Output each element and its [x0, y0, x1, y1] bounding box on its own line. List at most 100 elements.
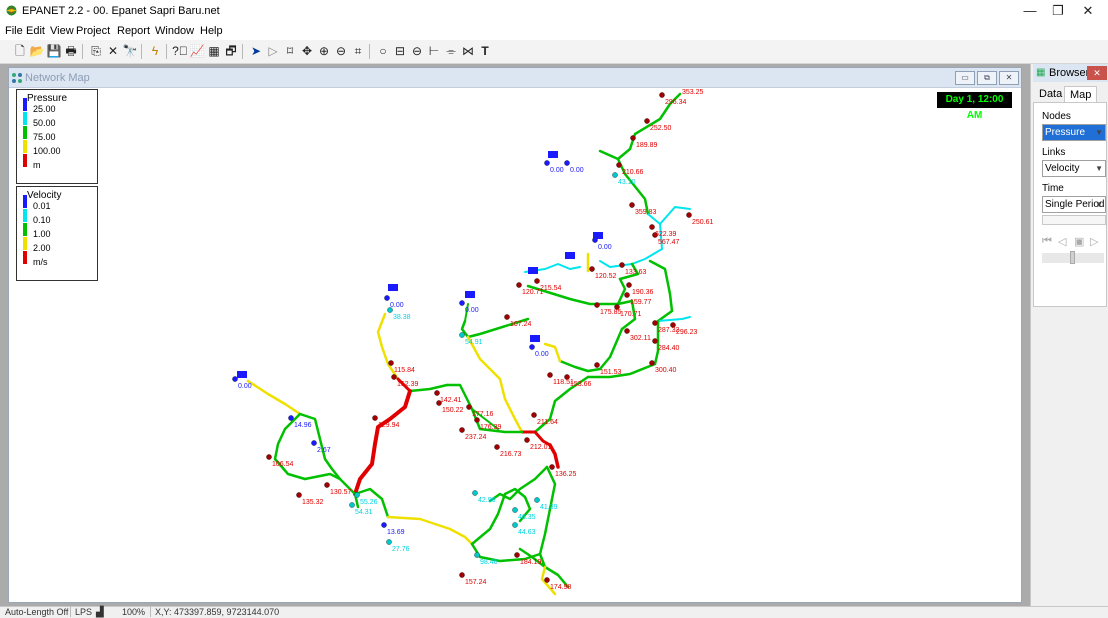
junction-node[interactable] [629, 202, 635, 208]
junction-node[interactable] [516, 282, 522, 288]
junction-node[interactable] [624, 292, 630, 298]
junction-node[interactable] [594, 362, 600, 368]
junction-node[interactable] [659, 92, 665, 98]
add-valve-icon[interactable]: ⋈ [460, 43, 476, 59]
auto-length-status[interactable]: Auto-Length Off [5, 607, 68, 617]
junction-node[interactable] [592, 237, 598, 243]
pan-icon[interactable]: ✥ [299, 43, 315, 59]
junction-node[interactable] [288, 415, 294, 421]
junction-node[interactable] [616, 162, 622, 168]
junction-node[interactable] [466, 404, 472, 410]
menu-project[interactable]: Project [76, 25, 110, 37]
junction-node[interactable] [644, 118, 650, 124]
menu-report[interactable]: Report [117, 25, 150, 37]
junction-node[interactable] [624, 328, 630, 334]
junction-node[interactable] [564, 160, 570, 166]
junction-node[interactable] [474, 417, 480, 423]
junction-node[interactable] [514, 552, 520, 558]
junction-node[interactable] [652, 320, 658, 326]
junction-node[interactable] [459, 427, 465, 433]
menu-file[interactable]: File [5, 25, 23, 37]
menu-window[interactable]: Window [155, 25, 194, 37]
junction-node[interactable] [472, 490, 478, 496]
add-junction-icon[interactable]: ○ [375, 43, 391, 59]
junction-node[interactable] [512, 522, 518, 528]
junction-node[interactable] [630, 135, 636, 141]
animate-back-icon[interactable]: ⏮ [1042, 235, 1052, 248]
junction-node[interactable] [391, 374, 397, 380]
options-icon[interactable]: 🗗 [223, 43, 239, 59]
full-extent-icon[interactable]: ⌗ [350, 43, 366, 59]
junction-node[interactable] [547, 372, 553, 378]
tab-data[interactable]: Data [1034, 86, 1067, 102]
junction-node[interactable] [549, 464, 555, 470]
copy-icon[interactable]: ⎘ [88, 43, 104, 59]
nodes-select[interactable]: Pressure ▼ [1042, 124, 1106, 141]
links-select[interactable]: Velocity ▼ [1042, 160, 1106, 177]
menu-help[interactable]: Help [200, 25, 223, 37]
junction-node[interactable] [494, 444, 500, 450]
junction-node[interactable] [619, 262, 625, 268]
run-icon[interactable]: ϟ [147, 43, 163, 59]
browser-close-button[interactable]: ✕ [1087, 66, 1107, 80]
find-icon[interactable]: 🔭 [122, 43, 138, 59]
network-map-titlebar[interactable]: Network Map ▭ ⧉ ✕ [9, 68, 1021, 88]
junction-node[interactable] [311, 440, 317, 446]
junction-node[interactable] [266, 454, 272, 460]
map-canvas[interactable]: Day 1, 12:00 AM Pressure 25.00 50.00 75.… [10, 89, 1021, 601]
time-select[interactable]: Single Period ▼ [1042, 196, 1106, 213]
table-icon[interactable]: ▦ [206, 43, 222, 59]
map-restore-button[interactable]: ⧉ [977, 71, 997, 85]
time-scrollbar[interactable] [1042, 215, 1106, 225]
network-diagram[interactable]: 353.25 296.34 252.50 189.89 210.66 43.10 0.00 0… [10, 89, 1021, 601]
junction-node[interactable] [324, 482, 330, 488]
map-minimize-button[interactable]: ▭ [955, 71, 975, 85]
junction-node[interactable] [504, 314, 510, 320]
junction-node[interactable] [649, 360, 655, 366]
add-tank-icon[interactable]: ⊖ [409, 43, 425, 59]
select-region-icon[interactable]: ⌑ [282, 43, 298, 59]
map-close-button[interactable]: ✕ [999, 71, 1019, 85]
animation-speed-thumb[interactable] [1070, 251, 1075, 264]
junction-node[interactable] [384, 295, 390, 301]
animate-play-icon[interactable]: ▷ [1090, 235, 1098, 248]
junction-node[interactable] [612, 172, 618, 178]
junction-node[interactable] [459, 572, 465, 578]
junction-node[interactable] [534, 497, 540, 503]
animate-rewind-icon[interactable]: ◁ [1058, 235, 1066, 248]
tab-map[interactable]: Map [1064, 86, 1098, 102]
junction-node[interactable] [354, 492, 360, 498]
save-icon[interactable]: 💾 [46, 43, 62, 59]
minimize-button[interactable]: — [1015, 2, 1045, 20]
junction-node[interactable] [626, 282, 632, 288]
junction-node[interactable] [686, 212, 692, 218]
query-icon[interactable]: ?⃞ [172, 43, 188, 59]
junction-node[interactable] [386, 539, 392, 545]
add-label-icon[interactable]: T [477, 43, 493, 59]
junction-node[interactable] [381, 522, 387, 528]
junction-node[interactable] [544, 160, 550, 166]
select-object-icon[interactable]: ➤ [248, 43, 264, 59]
select-vertex-icon[interactable]: ▷ [265, 43, 281, 59]
junction-node[interactable] [544, 577, 550, 583]
new-file-icon[interactable]: 🗋 [12, 43, 28, 59]
zoom-in-icon[interactable]: ⊕ [316, 43, 332, 59]
junction-node[interactable] [296, 492, 302, 498]
junction-node[interactable] [459, 332, 465, 338]
open-folder-icon[interactable]: 📂 [29, 43, 45, 59]
junction-node[interactable] [474, 552, 480, 558]
add-reservoir-icon[interactable]: ⊟ [392, 43, 408, 59]
junction-node[interactable] [434, 390, 440, 396]
junction-node[interactable] [652, 338, 658, 344]
add-pump-icon[interactable]: ⌯ [443, 43, 459, 59]
print-icon[interactable]: 🖶 [63, 43, 79, 59]
junction-node[interactable] [589, 266, 595, 272]
junction-node[interactable] [372, 415, 378, 421]
junction-node[interactable] [524, 437, 530, 443]
junction-node[interactable] [534, 278, 540, 284]
menu-view[interactable]: View [50, 25, 74, 37]
delete-icon[interactable]: ✕ [105, 43, 121, 59]
junction-node[interactable] [531, 412, 537, 418]
animate-stop-icon[interactable]: ▣ [1074, 235, 1084, 248]
restore-button[interactable]: ❐ [1043, 2, 1073, 20]
